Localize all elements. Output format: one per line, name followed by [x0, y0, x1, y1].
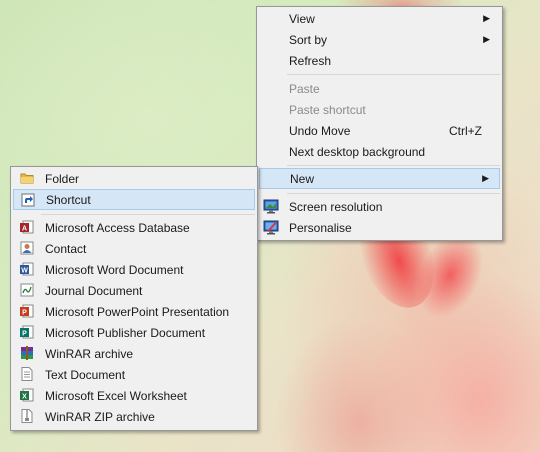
menu-item-label: WinRAR archive [45, 347, 134, 361]
menu-item-personalise[interactable]: Personalise [259, 217, 500, 238]
submenu-item-contact[interactable]: Contact [13, 238, 255, 259]
submenu-item-winrar-archive[interactable]: WinRAR archive [13, 343, 255, 364]
menu-item-paste-shortcut[interactable]: Paste shortcut [259, 99, 500, 120]
menu-separator [287, 165, 500, 166]
winrar-icon [19, 345, 35, 361]
submenu-arrow-icon: ▶ [483, 13, 490, 23]
menu-item-sort-by[interactable]: Sort by ▶ [259, 29, 500, 50]
menu-item-label: New [290, 172, 315, 186]
submenu-item-shortcut[interactable]: Shortcut [13, 189, 255, 210]
menu-item-label: Microsoft Excel Worksheet [45, 389, 187, 403]
menu-item-label: Paste [289, 82, 320, 96]
menu-item-label: Shortcut [46, 193, 91, 207]
menu-separator [287, 193, 500, 194]
powerpoint-icon: P [19, 303, 35, 319]
svg-text:W: W [21, 268, 28, 275]
submenu-item-folder[interactable]: Folder [13, 168, 255, 189]
desktop-context-menu: View ▶ Sort by ▶ Refresh Paste Paste sho… [256, 6, 503, 241]
submenu-item-access-database[interactable]: A Microsoft Access Database [13, 217, 255, 238]
submenu-item-powerpoint-presentation[interactable]: P Microsoft PowerPoint Presentation [13, 301, 255, 322]
submenu-item-publisher-document[interactable]: P Microsoft Publisher Document [13, 322, 255, 343]
menu-separator [41, 214, 255, 215]
personalise-icon [263, 219, 279, 235]
submenu-item-winrar-zip-archive[interactable]: WinRAR ZIP archive [13, 406, 255, 427]
menu-item-view[interactable]: View ▶ [259, 8, 500, 29]
svg-text:A: A [22, 226, 27, 233]
menu-item-label: Microsoft Publisher Document [45, 326, 206, 340]
svg-text:X: X [22, 394, 27, 401]
submenu-item-word-document[interactable]: W Microsoft Word Document [13, 259, 255, 280]
menu-item-screen-resolution[interactable]: Screen resolution [259, 196, 500, 217]
submenu-item-text-document[interactable]: Text Document [13, 364, 255, 385]
submenu-item-excel-worksheet[interactable]: X Microsoft Excel Worksheet [13, 385, 255, 406]
menu-item-label: Paste shortcut [289, 103, 366, 117]
menu-item-label: Contact [45, 242, 87, 256]
menu-item-label: Personalise [289, 221, 352, 235]
menu-item-label: WinRAR ZIP archive [45, 410, 155, 424]
contact-icon [19, 240, 35, 256]
menu-item-label: Microsoft PowerPoint Presentation [45, 305, 230, 319]
shortcut-icon [20, 192, 36, 208]
menu-item-label: Folder [45, 172, 80, 186]
submenu-item-journal-document[interactable]: Journal Document [13, 280, 255, 301]
menu-item-undo-move[interactable]: Undo Move Ctrl+Z [259, 120, 500, 141]
text-document-icon [19, 366, 35, 382]
svg-text:P: P [22, 331, 27, 338]
journal-icon [19, 282, 35, 298]
excel-icon: X [19, 387, 35, 403]
submenu-arrow-icon: ▶ [483, 34, 490, 44]
winrar-zip-icon [19, 408, 35, 424]
folder-icon [19, 170, 35, 186]
submenu-arrow-icon: ▶ [482, 173, 489, 183]
menu-item-label: View [289, 12, 315, 26]
menu-item-label: Text Document [45, 368, 126, 382]
menu-item-refresh[interactable]: Refresh [259, 50, 500, 71]
menu-item-new[interactable]: New ▶ [259, 168, 500, 189]
screen-resolution-icon [263, 198, 279, 214]
menu-item-label: Sort by [289, 33, 328, 47]
menu-item-label: Microsoft Word Document [45, 263, 184, 277]
menu-item-label: Screen resolution [289, 200, 383, 214]
keyboard-shortcut: Ctrl+Z [449, 124, 482, 138]
menu-item-label: Next desktop background [289, 145, 426, 159]
menu-item-label: Microsoft Access Database [45, 221, 190, 235]
menu-item-label: Undo Move [289, 124, 351, 138]
menu-item-label: Journal Document [45, 284, 143, 298]
new-submenu: Folder Shortcut A Microsoft Access Datab… [10, 166, 258, 431]
svg-text:P: P [22, 310, 27, 317]
access-icon: A [19, 219, 35, 235]
menu-separator [287, 74, 500, 75]
menu-item-paste[interactable]: Paste [259, 78, 500, 99]
word-icon: W [19, 261, 35, 277]
menu-item-label: Refresh [289, 54, 332, 68]
publisher-icon: P [19, 324, 35, 340]
menu-item-next-desktop-background[interactable]: Next desktop background [259, 141, 500, 162]
